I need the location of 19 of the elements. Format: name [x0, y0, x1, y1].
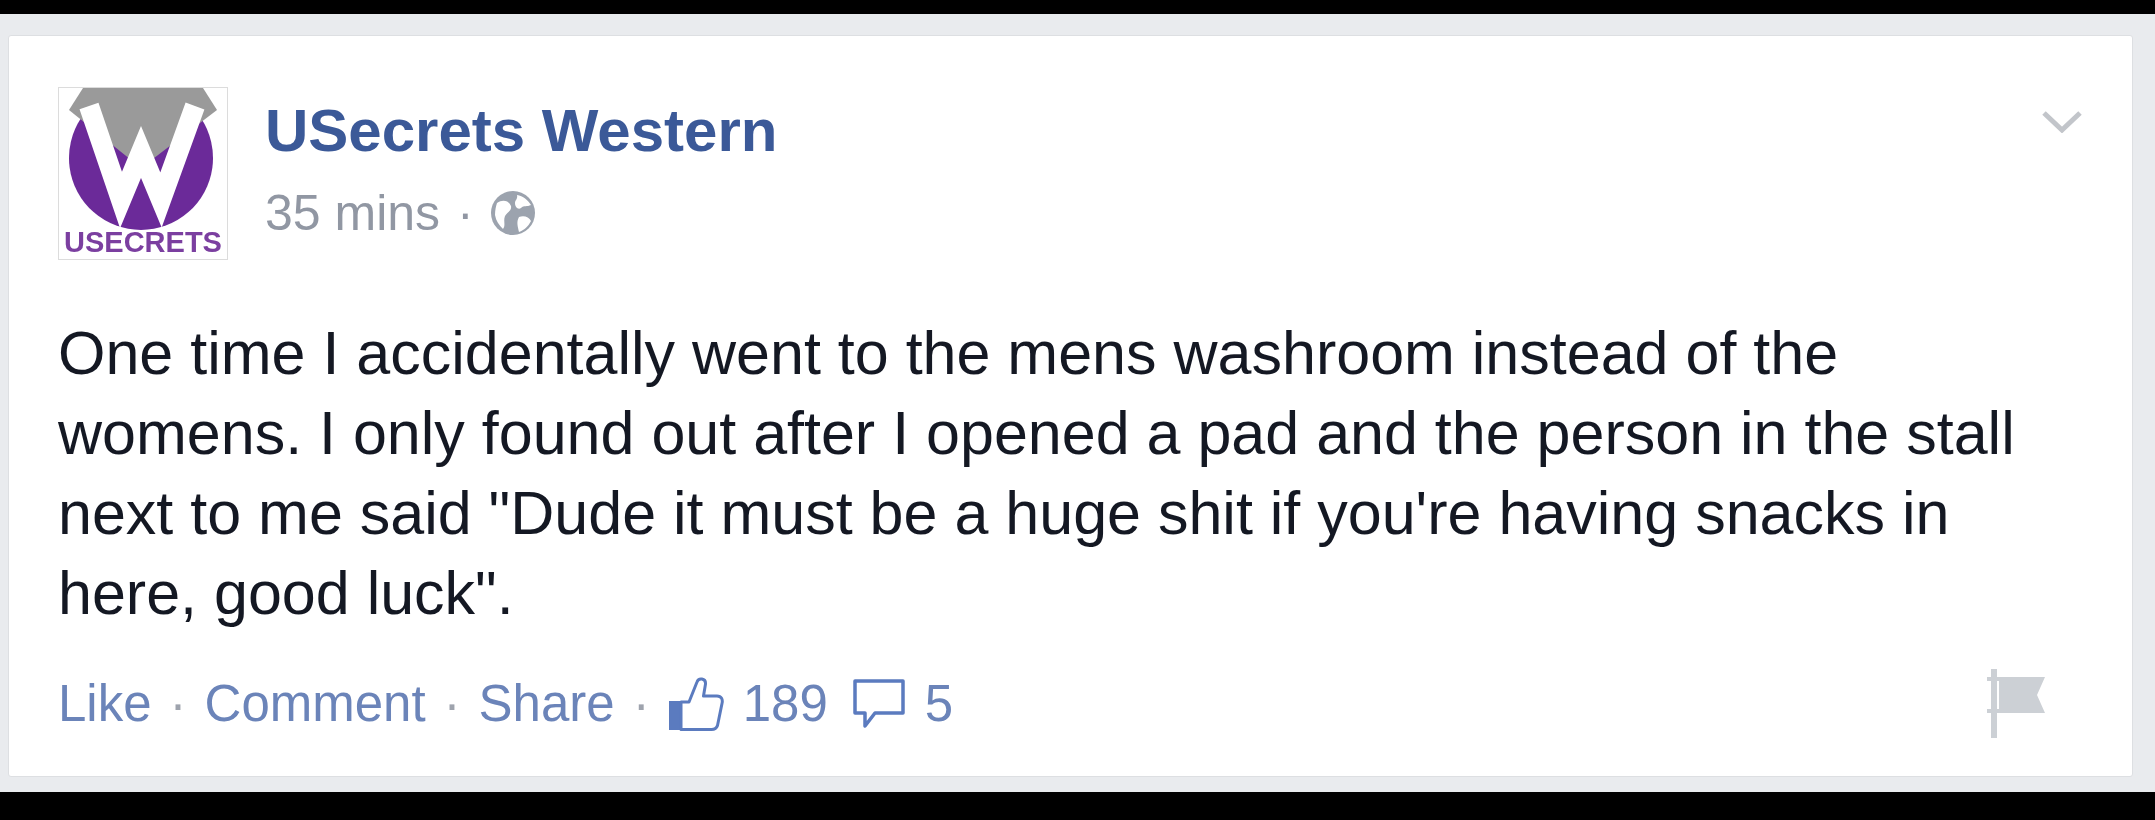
author-name[interactable]: USecrets Western: [265, 97, 778, 164]
post-text: One time I accidentally went to the mens washroom instead of the womens. I only found out after I opened a pad and the person in the stall next to me said "Dude it must be a huge shit if you're having snacks in here, good luck".: [58, 318, 2016, 629]
action-link[interactable]: Share: [478, 673, 615, 734]
post-time[interactable]: 35 mins: [265, 183, 441, 243]
globe-icon: [490, 191, 535, 235]
separator-dot: ·: [632, 674, 650, 734]
separator-dot: ·: [169, 674, 187, 734]
chevron-down-icon[interactable]: [2041, 110, 2083, 133]
thumbs-up-icon: [667, 676, 724, 731]
page-avatar[interactable]: USECRETS: [58, 87, 228, 260]
action-link[interactable]: Comment: [204, 673, 426, 734]
like-count[interactable]: 189: [742, 673, 828, 734]
separator-dot: ·: [443, 674, 461, 734]
speech-bubble-icon: [852, 678, 905, 729]
separator-dot: ·: [457, 184, 474, 243]
flag-icon[interactable]: [1987, 669, 2045, 738]
action-link[interactable]: Like: [58, 673, 152, 734]
comment-count[interactable]: 5: [924, 673, 954, 734]
logo-caption: USECRETS: [64, 228, 222, 257]
